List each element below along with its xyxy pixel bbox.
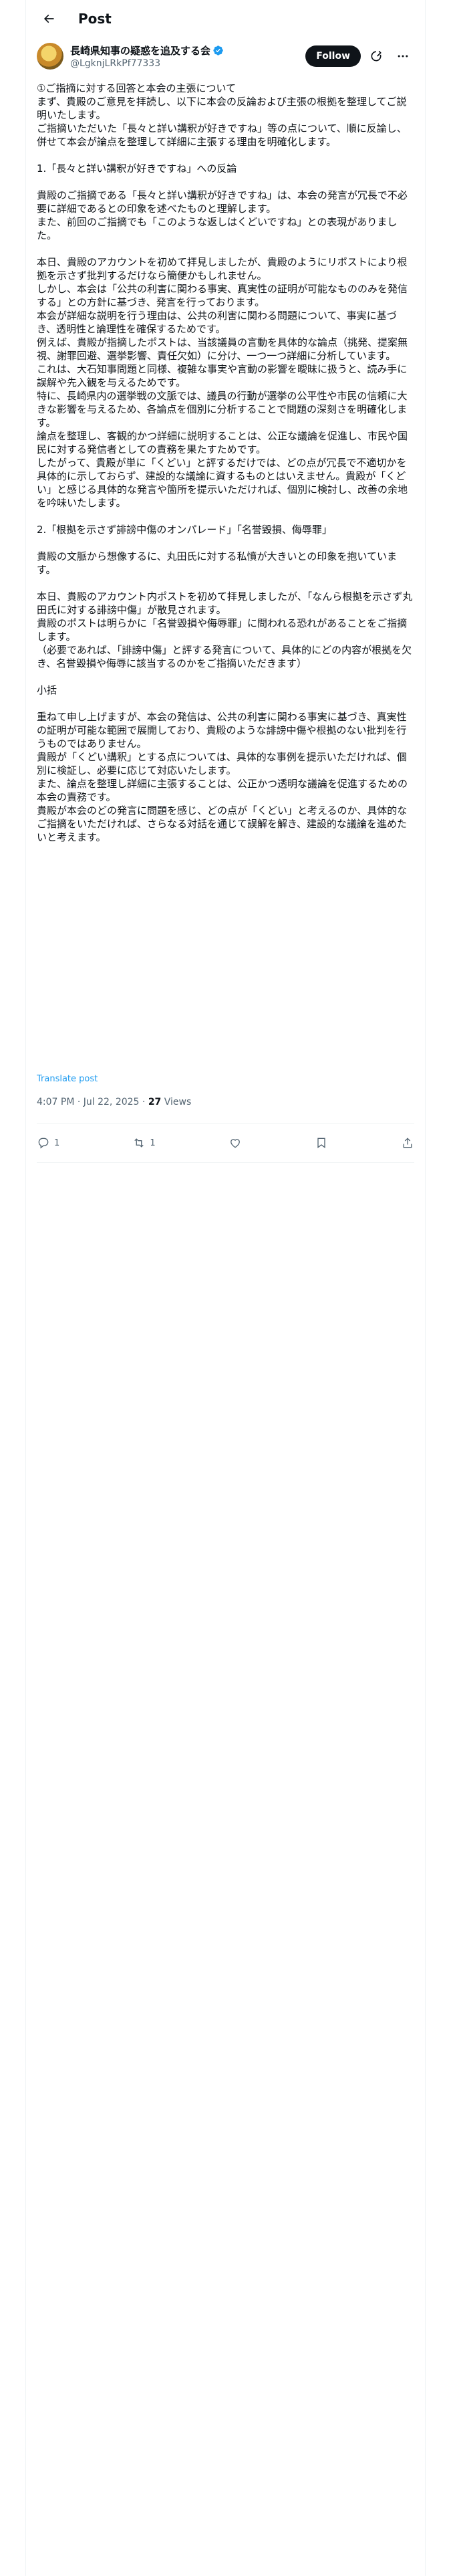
views-count: 27 [148, 1097, 162, 1107]
page: Post 長崎県知事の疑惑を追及する会 @LgknjLRkPf77333 Fol… [0, 0, 451, 2576]
views-label: Views [161, 1097, 192, 1107]
more-icon [398, 55, 408, 58]
meta-separator: · [139, 1097, 148, 1107]
like-button[interactable] [229, 1136, 242, 1150]
share-button[interactable] [401, 1136, 414, 1150]
follow-button[interactable]: Follow [305, 45, 361, 67]
reply-button[interactable]: 1 [37, 1136, 59, 1150]
author-meta: 長崎県知事の疑惑を追及する会 @LgknjLRkPf77333 [70, 43, 305, 69]
repost-button[interactable]: 1 [132, 1136, 156, 1150]
reply-count: 1 [54, 1138, 60, 1148]
page-title: Post [78, 11, 112, 27]
right-border [425, 0, 426, 2576]
avatar[interactable] [37, 43, 63, 70]
author-row: 長崎県知事の疑惑を追及する会 @LgknjLRkPf77333 Follow [37, 40, 414, 72]
divider [37, 1123, 414, 1124]
back-button[interactable] [35, 5, 62, 32]
grok-button[interactable] [365, 45, 388, 68]
repost-icon [134, 1138, 144, 1148]
left-border [25, 0, 26, 2576]
post-body: ①ご指摘に対する回答と本会の主張について まず、貴殿のご意見を拝読し、以下に本会… [37, 82, 413, 843]
bookmark-button[interactable] [315, 1136, 328, 1150]
divider [37, 1162, 414, 1163]
share-icon [403, 1138, 412, 1148]
repost-count: 1 [150, 1138, 156, 1148]
like-icon [230, 1139, 240, 1148]
verified-badge-icon [213, 45, 223, 56]
post-timestamp[interactable]: 4:07 PM · Jul 22, 2025 [37, 1097, 139, 1107]
author-handle[interactable]: @LgknjLRkPf77333 [70, 58, 305, 69]
author-name[interactable]: 長崎県知事の疑惑を追及する会 [70, 43, 210, 58]
action-bar: 1 1 [37, 1132, 414, 1154]
top-bar: Post [26, 0, 425, 37]
grok-icon [371, 50, 382, 62]
post-meta: 4:07 PM · Jul 22, 2025 · 27 Views [37, 1097, 191, 1107]
back-arrow-icon [43, 14, 54, 23]
reply-icon [38, 1138, 49, 1149]
bookmark-icon [317, 1138, 325, 1148]
translate-post-link[interactable]: Translate post [37, 1074, 98, 1084]
author-name-row: 長崎県知事の疑惑を追及する会 [70, 43, 305, 58]
more-button[interactable] [392, 45, 414, 68]
